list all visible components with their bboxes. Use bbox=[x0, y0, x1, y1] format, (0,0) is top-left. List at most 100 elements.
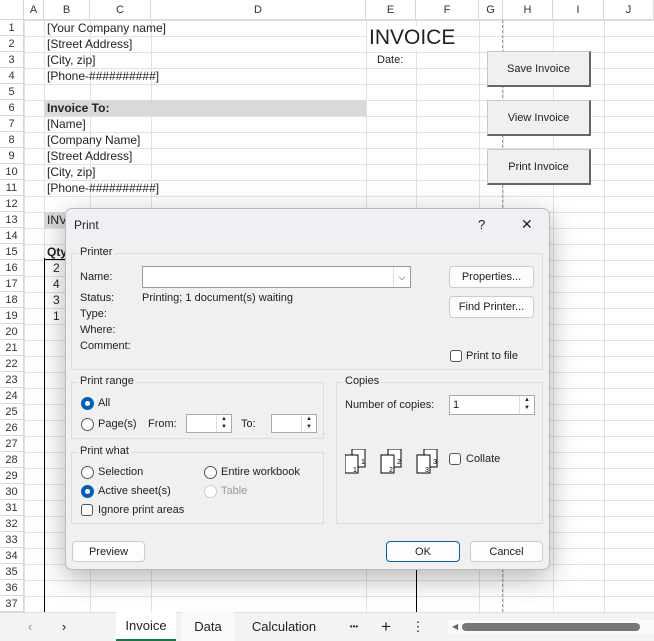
column-header[interactable]: E bbox=[366, 0, 416, 20]
collate-checkbox[interactable] bbox=[449, 453, 461, 465]
scroll-left-arrow-icon[interactable]: ◀ bbox=[452, 620, 458, 634]
copies-spinner[interactable]: 1 ▲ ▼ bbox=[449, 395, 535, 415]
row-header[interactable]: 18 bbox=[0, 292, 24, 308]
cell-b10[interactable]: [City, zip] bbox=[44, 164, 95, 180]
row-header[interactable]: 20 bbox=[0, 324, 24, 340]
entire-workbook-radio[interactable] bbox=[204, 466, 217, 479]
help-button[interactable]: ? bbox=[478, 217, 485, 232]
ok-button[interactable]: OK bbox=[386, 541, 460, 562]
row-header[interactable]: 16 bbox=[0, 260, 24, 276]
row-header[interactable]: 3 bbox=[0, 52, 24, 68]
row-header[interactable]: 8 bbox=[0, 132, 24, 148]
properties-button[interactable]: Properties... bbox=[449, 266, 534, 288]
selection-radio[interactable] bbox=[81, 466, 94, 479]
cell-b2[interactable]: [Street Address] bbox=[44, 36, 132, 52]
row-header[interactable]: 27 bbox=[0, 436, 24, 452]
column-header[interactable]: D bbox=[151, 0, 366, 20]
horizontal-scrollbar[interactable]: ◀ bbox=[448, 620, 654, 634]
pages-radio[interactable] bbox=[81, 418, 94, 431]
row-header[interactable]: 26 bbox=[0, 420, 24, 436]
column-header[interactable]: C bbox=[90, 0, 151, 20]
scroll-tabs-right-icon[interactable]: › bbox=[54, 612, 74, 641]
row-header[interactable]: 12 bbox=[0, 196, 24, 212]
add-sheet-icon[interactable]: + bbox=[376, 612, 396, 641]
column-header[interactable]: B bbox=[44, 0, 90, 20]
cell-qty-16[interactable]: 2 bbox=[50, 260, 60, 276]
print-to-file-checkbox[interactable] bbox=[450, 350, 462, 362]
row-header[interactable]: 7 bbox=[0, 116, 24, 132]
save-invoice-button[interactable]: Save Invoice bbox=[487, 51, 591, 87]
cell-b1[interactable]: [Your Company name] bbox=[44, 20, 166, 36]
row-header[interactable]: 35 bbox=[0, 564, 24, 580]
row-header[interactable]: 1 bbox=[0, 20, 24, 36]
row-header[interactable]: 33 bbox=[0, 532, 24, 548]
row-header[interactable]: 17 bbox=[0, 276, 24, 292]
row-header[interactable]: 19 bbox=[0, 308, 24, 324]
cancel-button[interactable]: Cancel bbox=[470, 541, 543, 562]
row-header[interactable]: 10 bbox=[0, 164, 24, 180]
view-invoice-button[interactable]: View Invoice bbox=[487, 100, 591, 136]
cell-qty-17[interactable]: 4 bbox=[50, 276, 60, 292]
spinner-arrows-icon[interactable]: ▲ ▼ bbox=[519, 396, 534, 414]
cell-b8[interactable]: [Company Name] bbox=[44, 132, 140, 148]
row-header[interactable]: 28 bbox=[0, 452, 24, 468]
ignore-print-areas-checkbox[interactable] bbox=[81, 504, 93, 516]
row-header[interactable]: 30 bbox=[0, 484, 24, 500]
row-header[interactable]: 5 bbox=[0, 84, 24, 100]
spinner-arrows-icon[interactable]: ▲ ▼ bbox=[301, 415, 316, 432]
preview-button[interactable]: Preview bbox=[72, 541, 145, 562]
row-header[interactable]: 31 bbox=[0, 500, 24, 516]
cell-b9[interactable]: [Street Address] bbox=[44, 148, 132, 164]
row-header[interactable]: 11 bbox=[0, 180, 24, 196]
column-header[interactable]: J bbox=[604, 0, 654, 20]
row-header[interactable]: 29 bbox=[0, 468, 24, 484]
row-header[interactable]: 37 bbox=[0, 596, 24, 612]
scroll-tabs-left-icon[interactable]: ‹ bbox=[20, 612, 40, 641]
select-all-corner[interactable] bbox=[0, 0, 24, 20]
active-sheets-radio[interactable] bbox=[81, 485, 94, 498]
row-header[interactable]: 21 bbox=[0, 340, 24, 356]
cell-b3[interactable]: [City, zip] bbox=[44, 52, 95, 68]
all-radio[interactable] bbox=[81, 397, 94, 410]
to-spinner[interactable]: ▲ ▼ bbox=[271, 414, 317, 433]
cell-b15[interactable]: Qty bbox=[44, 244, 68, 260]
row-header[interactable]: 24 bbox=[0, 388, 24, 404]
printer-name-select[interactable]: ⌵ bbox=[142, 266, 411, 288]
sheet-tab-invoice[interactable]: Invoice bbox=[116, 612, 176, 641]
close-icon[interactable]: ✕ bbox=[521, 216, 533, 233]
row-header[interactable]: 14 bbox=[0, 228, 24, 244]
row-header[interactable]: 13 bbox=[0, 212, 24, 228]
cell-b4[interactable]: [Phone-##########] bbox=[44, 68, 159, 84]
column-header[interactable]: F bbox=[416, 0, 479, 20]
gridline bbox=[0, 196, 654, 197]
row-header[interactable]: 23 bbox=[0, 372, 24, 388]
row-header[interactable]: 9 bbox=[0, 148, 24, 164]
cell-qty-19[interactable]: 1 bbox=[50, 308, 60, 324]
cell-b7[interactable]: [Name] bbox=[44, 116, 86, 132]
row-header[interactable]: 15 bbox=[0, 244, 24, 260]
spinner-arrows-icon[interactable]: ▲ ▼ bbox=[216, 415, 231, 432]
more-tabs-icon[interactable]: ••• bbox=[343, 612, 365, 641]
scrollbar-thumb[interactable] bbox=[462, 623, 640, 631]
row-header[interactable]: 36 bbox=[0, 580, 24, 596]
tab-menu-icon[interactable]: ⋮ bbox=[410, 612, 426, 641]
sheet-tab-calculation[interactable]: Calculation bbox=[240, 612, 328, 641]
row-header[interactable]: 22 bbox=[0, 356, 24, 372]
column-header[interactable]: G bbox=[479, 0, 503, 20]
print-invoice-button[interactable]: Print Invoice bbox=[487, 149, 591, 185]
row-header[interactable]: 25 bbox=[0, 404, 24, 420]
row-header[interactable]: 6 bbox=[0, 100, 24, 116]
column-header[interactable]: H bbox=[503, 0, 553, 20]
sheet-tab-data[interactable]: Data bbox=[182, 612, 234, 641]
cell-qty-18[interactable]: 3 bbox=[50, 292, 60, 308]
cell-b11[interactable]: [Phone-##########] bbox=[44, 180, 159, 196]
row-header[interactable]: 34 bbox=[0, 548, 24, 564]
column-header[interactable]: A bbox=[24, 0, 44, 20]
column-header[interactable]: I bbox=[553, 0, 604, 20]
row-header[interactable]: 32 bbox=[0, 516, 24, 532]
find-printer-button[interactable]: Find Printer... bbox=[449, 296, 534, 318]
cell-b6[interactable]: Invoice To: bbox=[44, 100, 366, 116]
from-spinner[interactable]: ▲ ▼ bbox=[186, 414, 232, 433]
row-header[interactable]: 4 bbox=[0, 68, 24, 84]
row-header[interactable]: 2 bbox=[0, 36, 24, 52]
